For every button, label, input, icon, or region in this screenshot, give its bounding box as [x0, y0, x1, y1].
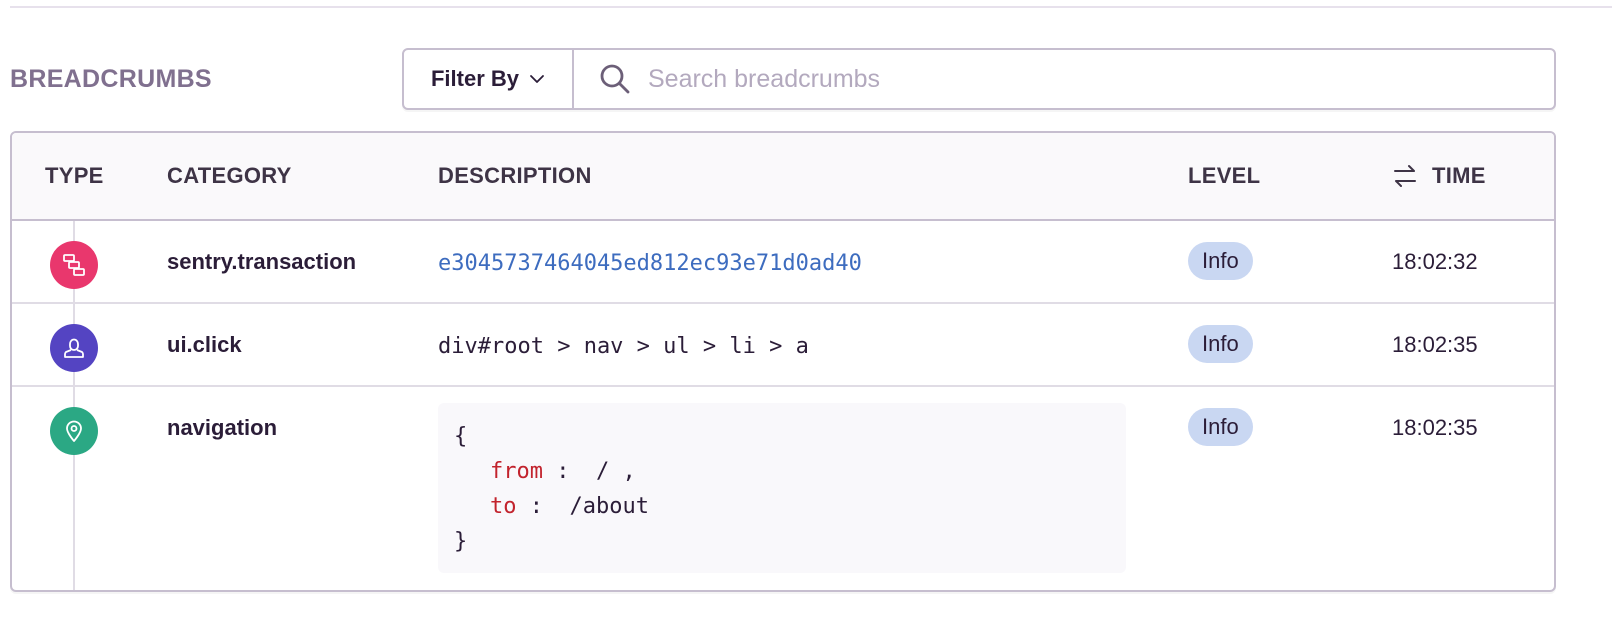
breadcrumbs-header: BREADCRUMBS Filter By — [10, 48, 1556, 110]
level-badge: Info — [1188, 408, 1253, 446]
top-divider — [10, 6, 1612, 8]
time-cell: 18:02:35 — [1392, 415, 1478, 440]
chevron-down-icon — [530, 75, 544, 83]
filter-by-button[interactable]: Filter By — [404, 50, 574, 108]
search-icon — [600, 64, 630, 94]
table-row: navigation { from : / , to : /about } In… — [12, 387, 1554, 590]
transaction-icon — [50, 241, 98, 289]
breadcrumbs-table: TYPE CATEGORY DESCRIPTION LEVEL TIME sen… — [10, 131, 1556, 592]
table-row: sentry.transaction e3045737464045ed812ec… — [12, 221, 1554, 304]
category-cell: sentry.transaction — [167, 249, 357, 274]
header-category: CATEGORY — [167, 163, 292, 188]
search-bar: Filter By — [402, 48, 1556, 110]
location-pin-icon — [50, 407, 98, 455]
code-from-line: from : / , — [454, 454, 1110, 489]
time-cell: 18:02:35 — [1392, 332, 1478, 357]
user-icon — [50, 324, 98, 372]
category-cell: ui.click — [167, 332, 242, 357]
header-time-label: TIME — [1432, 163, 1486, 188]
level-badge: Info — [1188, 325, 1253, 363]
section-title: BREADCRUMBS — [10, 64, 212, 93]
code-close-brace: } — [454, 529, 468, 554]
header-level: LEVEL — [1188, 163, 1261, 188]
header-description: DESCRIPTION — [438, 163, 592, 188]
navigation-data-block: { from : / , to : /about } — [438, 403, 1126, 573]
description-cell: div#root > nav > ul > li > a — [438, 334, 809, 359]
code-to-line: to : /about — [454, 489, 1110, 524]
table-header: TYPE CATEGORY DESCRIPTION LEVEL TIME — [12, 133, 1554, 221]
level-badge: Info — [1188, 242, 1253, 280]
header-time: TIME — [1392, 163, 1486, 189]
code-value-to: : /about — [516, 494, 649, 519]
header-type: TYPE — [45, 163, 104, 188]
description-cell: e3045737464045ed812ec93e71d0ad40 — [438, 251, 862, 276]
search-field — [574, 50, 1554, 108]
code-key-from: from — [490, 459, 543, 484]
code-value-from: : / , — [542, 459, 636, 484]
table-row: ui.click div#root > nav > ul > li > a In… — [12, 304, 1554, 387]
code-key-to: to — [490, 494, 517, 519]
search-input[interactable] — [648, 64, 1554, 94]
code-open-brace: { — [454, 424, 468, 449]
swap-arrows-icon[interactable] — [1392, 163, 1418, 189]
transaction-link[interactable]: e3045737464045ed812ec93e71d0ad40 — [438, 251, 862, 276]
filter-by-label: Filter By — [430, 66, 520, 91]
category-cell: navigation — [167, 415, 278, 440]
time-cell: 18:02:32 — [1392, 249, 1478, 274]
